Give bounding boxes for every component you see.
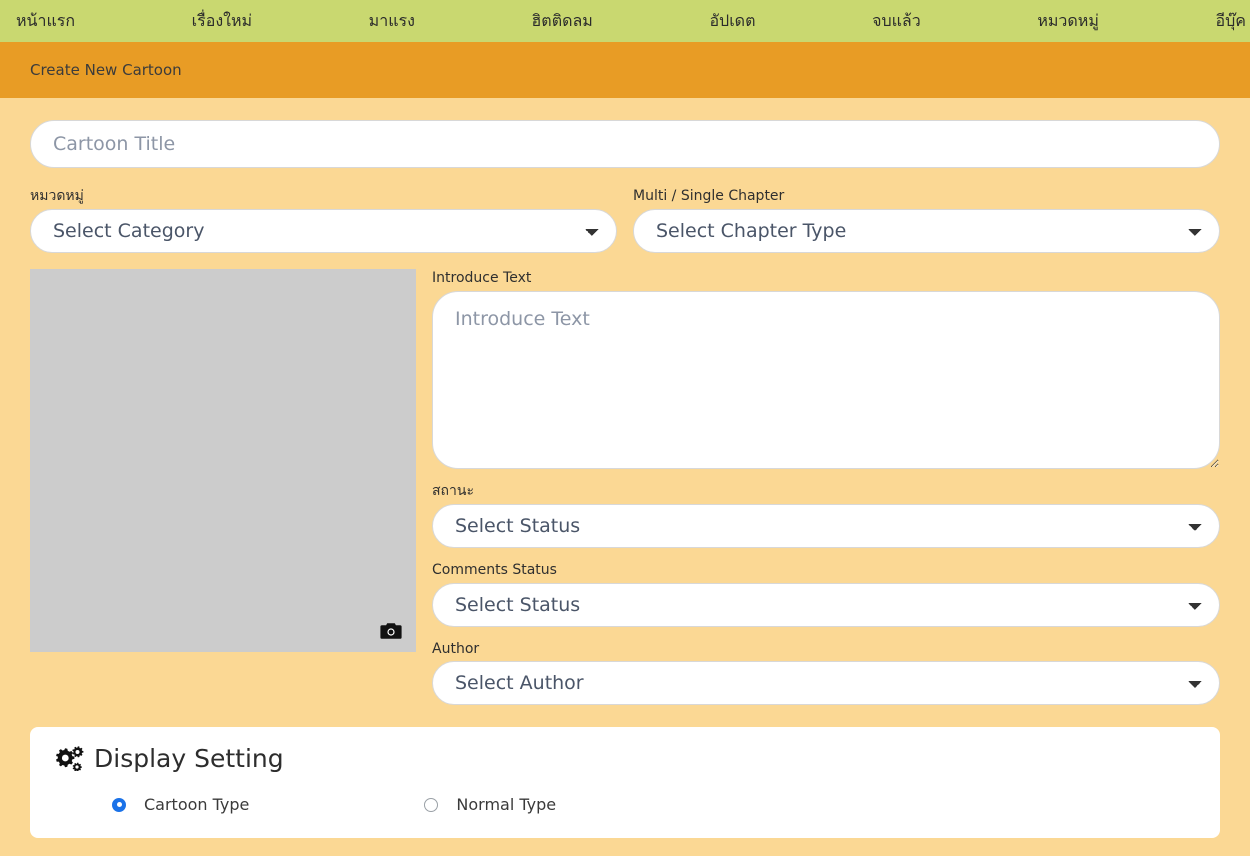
radio-dot-cartoon-type[interactable] — [112, 797, 126, 812]
page-title: Create New Cartoon — [30, 61, 182, 79]
main-navigation: หน้าแรก เรื่องใหม่ มาแรง ฮิตติดลม อัปเดต… — [0, 0, 1250, 42]
chapter-type-label: Multi / Single Chapter — [633, 188, 785, 204]
nav-item-new[interactable]: เรื่องใหม่ — [188, 13, 256, 29]
camera-icon[interactable] — [380, 622, 402, 640]
cover-image-column — [30, 268, 416, 706]
radio-option-cartoon-type[interactable]: Cartoon Type — [112, 795, 249, 814]
cartoon-type-radio-group: Cartoon Type Normal Type — [54, 795, 1196, 814]
author-field: Author Select Author — [432, 640, 1220, 706]
author-label: Author — [432, 640, 480, 657]
display-setting-header: Display Setting — [54, 743, 1196, 773]
comments-status-select[interactable]: Select Status — [432, 582, 1220, 627]
chapter-type-field: Multi / Single Chapter Select Chapter Ty… — [633, 187, 1220, 253]
cartoon-title-row — [30, 120, 1220, 168]
introduce-text-field: Introduce Text — [432, 269, 1220, 469]
radio-dot-normal-type[interactable] — [424, 797, 439, 812]
introduce-text-label: Introduce Text — [432, 269, 532, 286]
status-select[interactable]: Select Status — [432, 503, 1220, 548]
category-select[interactable]: Select Category — [30, 208, 617, 253]
cartoon-title-input[interactable] — [30, 120, 1220, 168]
category-field: หมวดหมู่ Select Category — [30, 187, 617, 253]
display-setting-title: Display Setting — [94, 743, 284, 773]
radio-option-normal-type[interactable]: Normal Type — [424, 795, 556, 814]
nav-item-popular[interactable]: ฮิตติดลม — [528, 13, 597, 29]
radio-label-normal-type: Normal Type — [456, 795, 557, 815]
category-chapter-row: หมวดหมู่ Select Category Multi / Single … — [30, 187, 1220, 253]
status-label: สถานะ — [432, 482, 474, 499]
nav-item-completed[interactable]: จบแล้ว — [868, 13, 925, 29]
cover-and-details-row: Introduce Text สถานะ Select Status Comme… — [30, 268, 1220, 706]
status-field: สถานะ Select Status — [432, 482, 1220, 548]
display-setting-card: Display Setting Cartoon Type Normal Type — [30, 727, 1220, 839]
details-column: Introduce Text สถานะ Select Status Comme… — [432, 269, 1220, 706]
introduce-text-textarea[interactable] — [432, 290, 1220, 469]
radio-label-cartoon-type: Cartoon Type — [144, 795, 250, 815]
category-label: หมวดหมู่ — [30, 188, 84, 204]
nav-item-ebook[interactable]: อีบุ๊ค — [1211, 13, 1249, 29]
create-cartoon-form: หมวดหมู่ Select Category Multi / Single … — [0, 98, 1250, 706]
nav-item-update[interactable]: อัปเดต — [705, 13, 759, 29]
nav-item-home[interactable]: หน้าแรก — [12, 13, 79, 29]
nav-item-category[interactable]: หมวดหมู่ — [1033, 13, 1103, 29]
author-select[interactable]: Select Author — [432, 661, 1220, 706]
chapter-type-select[interactable]: Select Chapter Type — [633, 208, 1220, 253]
nav-item-trending[interactable]: มาแรง — [365, 13, 419, 29]
cogs-icon — [54, 745, 84, 773]
comments-status-field: Comments Status Select Status — [432, 561, 1220, 627]
cover-image-dropzone[interactable] — [30, 268, 416, 652]
page-header: Create New Cartoon — [0, 42, 1250, 98]
comments-status-label: Comments Status — [432, 561, 557, 578]
